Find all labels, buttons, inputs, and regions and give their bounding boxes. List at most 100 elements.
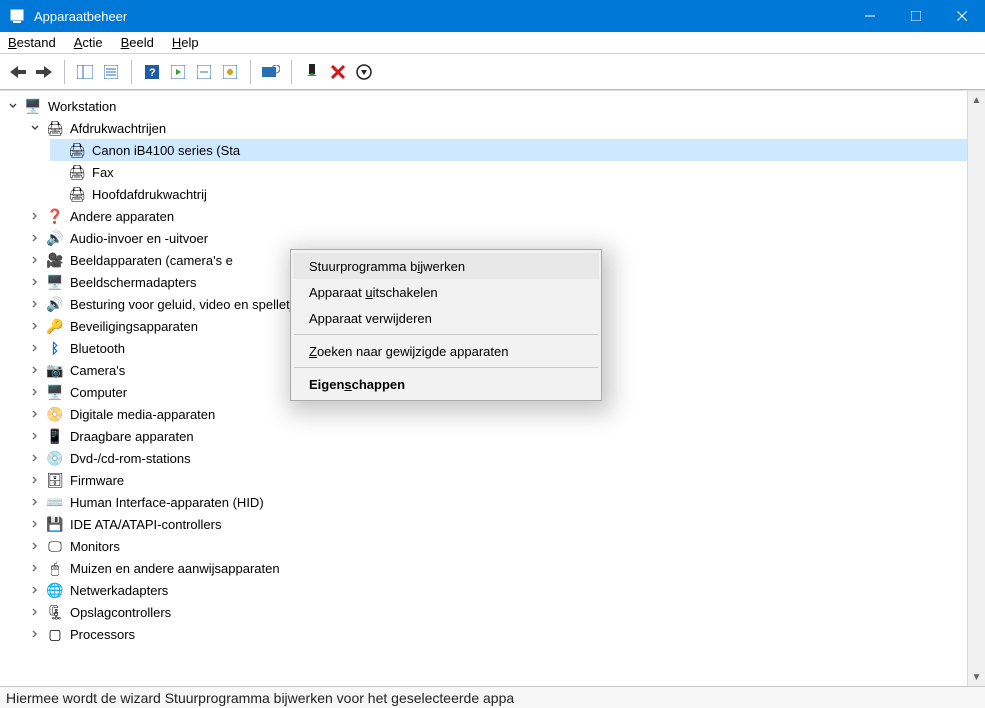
expand-icon[interactable] — [28, 341, 42, 355]
menu-action[interactable]: Actie — [74, 35, 103, 50]
firmware-icon: 🗄 — [46, 471, 64, 489]
tree-item-label: Opslagcontrollers — [68, 605, 173, 620]
toolbar-separator — [131, 60, 132, 84]
expand-icon[interactable] — [28, 231, 42, 245]
expand-icon[interactable] — [28, 209, 42, 223]
device-tree[interactable]: 🖥️Workstation🖨Afdrukwachtrijen🖨Canon iB4… — [0, 91, 967, 686]
tree-category[interactable]: 🌐Netwerkadapters — [28, 579, 967, 601]
window-title: Apparaatbeheer — [34, 9, 847, 24]
context-menu-item-label: Eigenschappen — [309, 377, 405, 392]
back-button[interactable] — [6, 60, 30, 84]
cpu-icon: ▢ — [46, 625, 64, 643]
network-icon: 🌐 — [46, 581, 64, 599]
work-area: 🖥️Workstation🖨Afdrukwachtrijen🖨Canon iB4… — [0, 90, 985, 686]
action-button-2[interactable] — [192, 60, 216, 84]
tree-category[interactable]: 🔊Audio-invoer en -uitvoer — [28, 227, 967, 249]
minimize-button[interactable] — [847, 0, 893, 32]
toolbar-separator — [64, 60, 65, 84]
tree-category[interactable]: 📱Draagbare apparaten — [28, 425, 967, 447]
menu-view[interactable]: Beeld — [121, 35, 154, 50]
context-menu-separator — [294, 334, 598, 335]
tree-item-label: Bluetooth — [68, 341, 127, 356]
tree-item-label: Processors — [68, 627, 137, 642]
forward-button[interactable] — [32, 60, 56, 84]
vertical-scrollbar[interactable]: ▲ ▼ — [967, 91, 985, 686]
tree-item-label: Besturing voor geluid, video en spelletj… — [68, 297, 308, 312]
tree-category[interactable]: 🗜Opslagcontrollers — [28, 601, 967, 623]
app-icon — [8, 7, 26, 25]
show-hide-tree-button[interactable] — [73, 60, 97, 84]
tree-item-label: Hoofdafdrukwachtrij — [90, 187, 209, 202]
menu-file[interactable]: Bestand — [8, 35, 56, 50]
properties-button[interactable] — [99, 60, 123, 84]
expand-icon[interactable] — [28, 275, 42, 289]
statusbar: Hiermee wordt de wizard Stuurprogramma b… — [0, 686, 985, 708]
tree-item-label: Andere apparaten — [68, 209, 176, 224]
enable-device-button[interactable] — [300, 60, 324, 84]
update-driver-button[interactable] — [352, 60, 376, 84]
audio-icon: 🔊 — [46, 295, 64, 313]
expand-icon[interactable] — [28, 363, 42, 377]
camera2-icon: 📷 — [46, 361, 64, 379]
tree-category[interactable]: ▢ Processors — [28, 623, 967, 645]
tree-device-printer[interactable]: 🖨Fax — [50, 161, 967, 183]
context-menu-item[interactable]: Stuurprogramma bijwerken — [293, 253, 599, 279]
expand-icon[interactable] — [28, 253, 42, 267]
tree-device-printer[interactable]: 🖨Hoofdafdrukwachtrij — [50, 183, 967, 205]
expand-icon[interactable] — [28, 297, 42, 311]
scroll-up-button[interactable]: ▲ — [968, 91, 985, 109]
expand-icon[interactable] — [28, 451, 42, 465]
context-menu-item-label: Apparaat uitschakelen — [309, 285, 438, 300]
menu-help[interactable]: Help — [172, 35, 199, 50]
collapse-icon[interactable] — [28, 121, 42, 135]
expand-icon[interactable] — [28, 473, 42, 487]
expand-icon[interactable] — [28, 495, 42, 509]
scan-hardware-button[interactable] — [259, 60, 283, 84]
tree-item-label: Fax — [90, 165, 116, 180]
svg-text:?: ? — [149, 67, 156, 79]
tree-device-printer[interactable]: 🖨Canon iB4100 series (Sta — [50, 139, 967, 161]
close-button[interactable] — [939, 0, 985, 32]
context-menu-item-label: Zoeken naar gewijzigde apparaten — [309, 344, 508, 359]
expand-icon[interactable] — [28, 583, 42, 597]
action-button-3[interactable] — [218, 60, 242, 84]
context-menu-item[interactable]: Apparaat verwijderen — [293, 305, 599, 331]
tree-root-workstation[interactable]: 🖥️Workstation — [6, 95, 967, 117]
tree-category[interactable]: 🖵Monitors — [28, 535, 967, 557]
expand-icon[interactable] — [28, 319, 42, 333]
expand-icon[interactable] — [28, 539, 42, 553]
tree-category[interactable]: 💾IDE ATA/ATAPI-controllers — [28, 513, 967, 535]
maximize-button[interactable] — [893, 0, 939, 32]
expand-icon[interactable] — [28, 385, 42, 399]
toolbar: ? — [0, 54, 985, 90]
tree-category-printqueues[interactable]: 🖨Afdrukwachtrijen — [28, 117, 967, 139]
context-menu-item[interactable]: Eigenschappen — [293, 371, 599, 397]
help-button[interactable]: ? — [140, 60, 164, 84]
computer-icon: 🖥️ — [46, 383, 64, 401]
tree-category[interactable]: 🖱Muizen en andere aanwijsapparaten — [28, 557, 967, 579]
security-icon: 🔑 — [46, 317, 64, 335]
tree-item-label: Human Interface-apparaten (HID) — [68, 495, 266, 510]
tree-category[interactable]: ⌨️ Human Interface-apparaten (HID) — [28, 491, 967, 513]
collapse-icon[interactable] — [6, 99, 20, 113]
expand-icon[interactable] — [28, 429, 42, 443]
expand-icon[interactable] — [28, 561, 42, 575]
tree-category[interactable]: 📀Digitale media-apparaten — [28, 403, 967, 425]
tree-category[interactable]: ❓Andere apparaten — [28, 205, 967, 227]
scroll-track[interactable] — [968, 109, 985, 668]
expand-icon[interactable] — [28, 605, 42, 619]
tree-item-label: Camera's — [68, 363, 127, 378]
uninstall-device-button[interactable] — [326, 60, 350, 84]
audio-icon: 🔊 — [46, 229, 64, 247]
expand-icon[interactable] — [28, 517, 42, 531]
disc-icon: 💿 — [46, 449, 64, 467]
tree-category[interactable]: 🗄Firmware — [28, 469, 967, 491]
hid-icon: ⌨️ — [46, 493, 64, 511]
expand-icon[interactable] — [28, 407, 42, 421]
expand-icon[interactable] — [28, 627, 42, 641]
context-menu-item[interactable]: Zoeken naar gewijzigde apparaten — [293, 338, 599, 364]
scroll-down-button[interactable]: ▼ — [968, 668, 985, 686]
tree-category[interactable]: 💿Dvd-/cd-rom-stations — [28, 447, 967, 469]
context-menu-item[interactable]: Apparaat uitschakelen — [293, 279, 599, 305]
action-button-1[interactable] — [166, 60, 190, 84]
